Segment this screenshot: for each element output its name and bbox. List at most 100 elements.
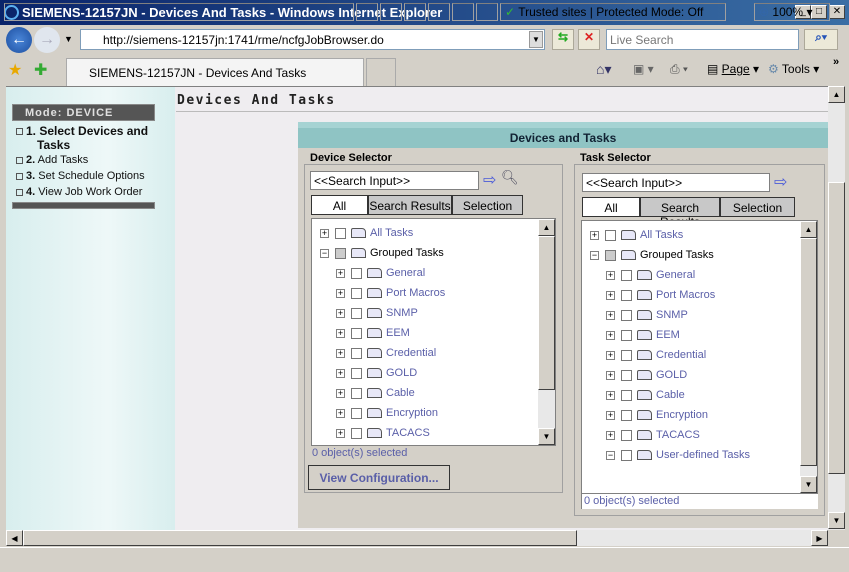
tree-checkbox[interactable] (621, 389, 632, 401)
tree-node[interactable]: + Credential (336, 347, 436, 365)
search-go-arrow-icon[interactable]: ⇨ (774, 172, 787, 192)
expand-icon[interactable]: + (320, 228, 329, 238)
tree-checkbox[interactable] (605, 229, 616, 241)
collapse-icon[interactable]: − (590, 250, 599, 260)
expand-icon[interactable]: + (590, 230, 599, 240)
task-search-input[interactable]: <<Search Input>> (582, 173, 770, 192)
tree-node[interactable]: − User-defined Tasks (606, 449, 750, 467)
tree-checkbox[interactable] (335, 247, 346, 259)
tree-node[interactable]: + Port Macros (606, 289, 715, 307)
close-button[interactable]: ✕ (829, 5, 845, 19)
tree-node[interactable]: + General (606, 269, 695, 287)
back-button[interactable]: ← (6, 27, 32, 53)
tree-node[interactable]: + Encryption (606, 409, 708, 427)
task-tab-search-results[interactable]: Search Results (640, 197, 720, 229)
tools-menu[interactable]: ⚙ Tools ▾ (768, 62, 819, 76)
zoom-control[interactable]: ⊕ 100% ▾ (754, 3, 830, 21)
live-search-input[interactable]: Live Search (606, 29, 799, 50)
expand-icon[interactable]: + (336, 288, 345, 298)
favorites-star-icon[interactable]: ★ (8, 60, 22, 80)
device-tab-selection[interactable]: Selection (452, 195, 523, 215)
tree-checkbox[interactable] (621, 329, 632, 341)
collapse-icon[interactable]: − (606, 450, 615, 460)
expand-icon[interactable]: + (336, 268, 345, 278)
page-scroll-down[interactable]: ▼ (828, 512, 845, 529)
wizard-step-3[interactable]: 3. Set Schedule Options (16, 170, 145, 182)
scroll-up-button[interactable]: ▲ (538, 219, 555, 236)
tree-checkbox[interactable] (621, 409, 632, 421)
collapse-icon[interactable]: − (320, 248, 329, 258)
page-menu[interactable]: ▤ Page ▾ (707, 62, 759, 76)
print-icon[interactable]: ⎙ ▾ (670, 62, 688, 77)
tree-checkbox[interactable] (621, 429, 632, 441)
page-scroll-left[interactable]: ◀ (6, 530, 23, 546)
task-tab-all[interactable]: All (582, 197, 640, 217)
tree-checkbox[interactable] (605, 249, 616, 261)
add-favorite-icon[interactable]: ✚ (34, 60, 47, 80)
tree-node[interactable]: + All Tasks (320, 227, 413, 245)
tree-checkbox[interactable] (621, 289, 632, 301)
tree-node[interactable]: + Port Macros (336, 287, 445, 305)
expand-icon[interactable]: + (336, 328, 345, 338)
tree-node[interactable]: + GOLD (606, 369, 687, 387)
tree-checkbox[interactable] (335, 227, 346, 239)
tree-node[interactable]: + SNMP (336, 307, 418, 325)
expand-icon[interactable]: + (606, 290, 615, 300)
expand-icon[interactable]: + (606, 310, 615, 320)
tree-checkbox[interactable] (621, 349, 632, 361)
scroll-down-button[interactable]: ▼ (800, 476, 817, 493)
expand-icon[interactable]: + (606, 270, 615, 280)
tree-checkbox[interactable] (621, 369, 632, 381)
page-scroll-up[interactable]: ▲ (828, 86, 845, 103)
expand-icon[interactable]: + (336, 348, 345, 358)
expand-icon[interactable]: + (336, 408, 345, 418)
page-hscroll-thumb[interactable] (23, 530, 577, 546)
tree-checkbox[interactable] (621, 449, 632, 461)
tree-checkbox[interactable] (351, 387, 362, 399)
more-tools-chevron[interactable]: » (833, 56, 839, 68)
tree-checkbox[interactable] (351, 367, 362, 379)
stop-button[interactable]: ✕ (578, 29, 600, 50)
tree-node[interactable]: + SNMP (606, 309, 688, 327)
tree-checkbox[interactable] (351, 427, 362, 439)
tree-node[interactable]: − Grouped Tasks (320, 247, 444, 265)
scroll-up-button[interactable]: ▲ (800, 221, 817, 238)
search-button[interactable]: ⌕▾ (804, 29, 838, 50)
device-tab-search-results[interactable]: Search Results (368, 195, 452, 215)
tree-node[interactable]: + Cable (606, 389, 685, 407)
forward-button[interactable]: → (34, 27, 60, 53)
scroll-down-button[interactable]: ▼ (538, 428, 555, 445)
scroll-thumb[interactable] (538, 236, 555, 390)
tree-checkbox[interactable] (351, 287, 362, 299)
expand-icon[interactable]: + (336, 428, 345, 438)
tree-node[interactable]: + EEM (336, 327, 410, 345)
browser-tab[interactable]: SIEMENS-12157JN - Devices And Tasks (66, 58, 364, 86)
expand-icon[interactable]: + (606, 410, 615, 420)
feeds-icon[interactable]: ▣ ▾ (633, 62, 654, 76)
tree-node[interactable]: + All Tasks (590, 229, 683, 247)
page-scroll-thumb[interactable] (828, 182, 845, 474)
wizard-step-2[interactable]: 2. Add Tasks (16, 154, 88, 166)
view-configuration-button[interactable]: View Configuration... (308, 465, 450, 490)
refresh-button[interactable]: ⇆ (552, 29, 574, 50)
new-tab-button[interactable] (366, 58, 396, 86)
tree-node[interactable]: + EEM (606, 329, 680, 347)
tree-checkbox[interactable] (621, 309, 632, 321)
expand-icon[interactable]: + (606, 350, 615, 360)
tree-node[interactable]: + TACACS (336, 427, 430, 445)
tree-node[interactable]: + General (336, 267, 425, 285)
search-go-arrow-icon[interactable]: ⇨ (483, 170, 496, 190)
device-search-input[interactable]: <<Search Input>> (310, 171, 479, 190)
expand-icon[interactable]: + (606, 370, 615, 380)
expand-icon[interactable]: + (336, 308, 345, 318)
tree-node[interactable]: + Credential (606, 349, 706, 367)
tree-node[interactable]: − Grouped Tasks (590, 249, 714, 267)
security-zone[interactable]: ✓ Trusted sites | Protected Mode: Off (500, 3, 726, 21)
tree-node[interactable]: + GOLD (336, 367, 417, 385)
device-tab-all[interactable]: All (311, 195, 368, 215)
expand-icon[interactable]: + (606, 430, 615, 440)
tree-node[interactable]: + Encryption (336, 407, 438, 425)
tree-checkbox[interactable] (351, 407, 362, 419)
expand-icon[interactable]: + (336, 368, 345, 378)
address-dropdown[interactable]: ▼ (529, 31, 543, 48)
